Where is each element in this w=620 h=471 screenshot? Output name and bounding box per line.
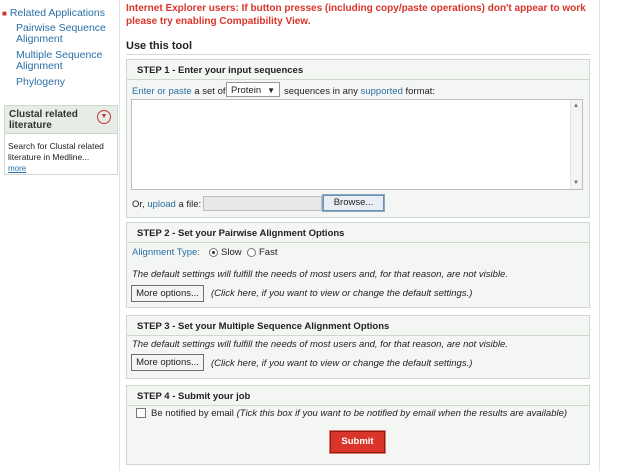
step3-default-note: The default settings will fulfill the ne… xyxy=(132,339,508,350)
clustal-literature-header: Clustal related literature ▼ xyxy=(5,106,117,134)
sidebar-link-pairwise-2[interactable]: Alignment xyxy=(16,34,63,45)
clustal-literature-more-link[interactable]: more xyxy=(8,164,26,173)
or-text: or xyxy=(154,86,169,97)
set-of-text: a set of xyxy=(191,86,226,97)
browse-button[interactable]: Browse... xyxy=(322,194,385,212)
submit-button[interactable]: Submit xyxy=(329,430,386,454)
file-path-input[interactable] xyxy=(203,196,322,211)
clustal-literature-title: Clustal related literature xyxy=(9,109,78,131)
sidebar-link-phylogeny[interactable]: Phylogeny xyxy=(16,77,65,88)
sequence-textarea[interactable]: ▲ ▼ xyxy=(131,99,583,190)
square-bullet-icon: ■ xyxy=(2,9,7,18)
sidebar-link-multiple-2[interactable]: Alignment xyxy=(16,61,63,72)
slow-label: Slow xyxy=(221,247,242,258)
step1-divider xyxy=(127,79,589,80)
notify-label: Be notified by email (Tick this box if y… xyxy=(151,408,567,419)
notify-email-checkbox[interactable] xyxy=(136,408,146,418)
triangle-down-icon[interactable]: ▼ xyxy=(97,110,111,124)
or-label: Or, xyxy=(132,199,145,210)
upload-link[interactable]: upload xyxy=(147,199,176,210)
scroll-up-icon[interactable]: ▲ xyxy=(573,103,579,109)
paste-link[interactable]: paste xyxy=(168,86,191,97)
step1-title: STEP 1 - Enter your input sequences xyxy=(137,65,304,76)
step3-title: STEP 3 - Set your Multiple Sequence Alig… xyxy=(137,321,390,332)
use-tool-title: Use this tool xyxy=(126,40,193,52)
upload-label: Or, upload a file: xyxy=(132,199,201,210)
step3-click-note: (Click here, if you want to view or chan… xyxy=(211,358,473,369)
supported-link[interactable]: supported xyxy=(361,86,403,97)
step3-divider xyxy=(127,335,589,336)
sequences-text: sequences in any xyxy=(284,86,358,97)
step1-format-text: sequences in any supported format: xyxy=(284,86,435,97)
fast-label: Fast xyxy=(259,247,278,258)
right-divider xyxy=(599,0,600,471)
step2-divider xyxy=(127,242,589,243)
step4-title: STEP 4 - Submit your job xyxy=(137,391,251,402)
step4-divider xyxy=(127,405,589,406)
step2-default-note: The default settings will fulfill the ne… xyxy=(132,269,508,280)
dropdown-caret-icon: ▼ xyxy=(267,86,275,95)
clustal-literature-body: Search for Clustal related literature in… xyxy=(5,134,117,174)
alignment-type-label: Alignment Type: xyxy=(132,247,200,258)
main-divider xyxy=(119,0,120,471)
step2-title: STEP 2 - Set your Pairwise Alignment Opt… xyxy=(137,228,345,239)
format-text: format: xyxy=(405,86,436,97)
textarea-scrollbar[interactable]: ▲ ▼ xyxy=(570,100,582,189)
clustal-literature-box: Clustal related literature ▼ Search for … xyxy=(4,105,118,175)
step4-panel: STEP 4 - Submit your job xyxy=(126,385,590,465)
notify-text: Be notified by email xyxy=(151,408,234,419)
step2-more-options-button[interactable]: More options... xyxy=(131,285,204,302)
scroll-down-icon[interactable]: ▼ xyxy=(573,180,579,186)
step2-click-note: (Click here, if you want to view or chan… xyxy=(211,288,473,299)
use-tool-divider xyxy=(126,54,590,55)
a-file-text: a file: xyxy=(178,199,202,210)
sequence-type-select[interactable]: Protein ▼ xyxy=(226,82,280,97)
related-applications-link[interactable]: ■ Related Applications xyxy=(2,7,105,19)
slow-radio[interactable] xyxy=(209,248,218,257)
clustal-literature-text: Search for Clustal related literature in… xyxy=(8,141,104,162)
ie-warning: Internet Explorer users: If button press… xyxy=(126,3,586,27)
notify-note: (Tick this box if you want to be notifie… xyxy=(236,408,568,419)
enter-link[interactable]: Enter xyxy=(132,86,155,97)
sequence-type-value: Protein xyxy=(231,85,262,96)
step1-prompt: Enter or paste a set of xyxy=(132,86,226,97)
fast-radio[interactable] xyxy=(247,248,256,257)
step3-more-options-button[interactable]: More options... xyxy=(131,354,204,371)
